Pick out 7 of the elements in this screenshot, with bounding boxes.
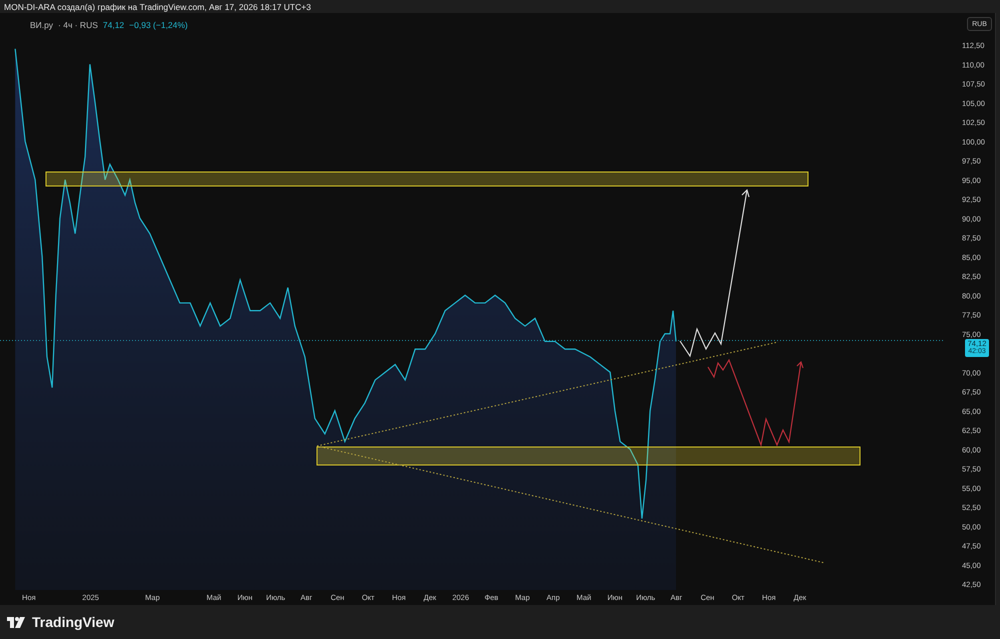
price-value: 74,12 [102,20,124,30]
chart-author-caption: MON-DI-ARA создал(а) график на TradingView.com, Авг 17, 2026 18:17 UTC+3 [4,2,311,12]
symbol-details: · 4ч · RUS [58,20,98,30]
logo-text: TradingView [32,614,114,630]
logo-icon [7,616,27,628]
symbol-label: ВИ.ру [30,20,54,30]
price-change: −0,93 (−1,24%) [129,20,188,30]
